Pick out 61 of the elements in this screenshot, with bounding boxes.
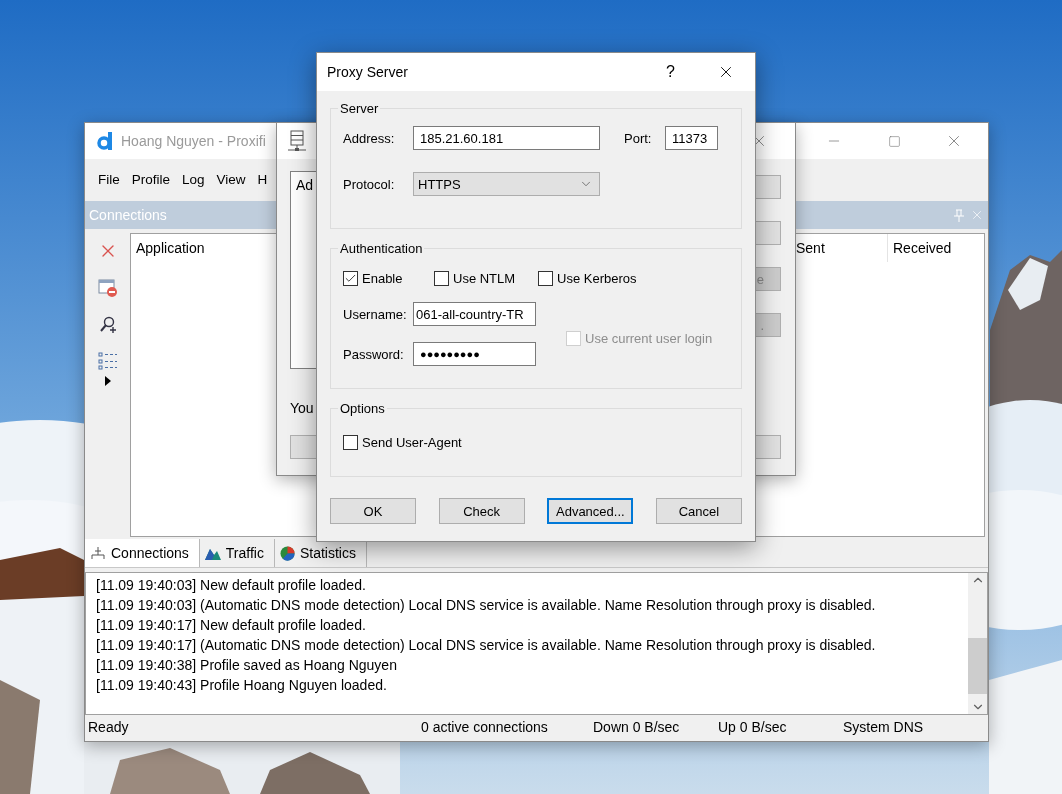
panel-title: Connections xyxy=(89,207,167,223)
checkbox-label[interactable]: Enable xyxy=(362,270,403,286)
tab-label[interactable]: Traffic xyxy=(225,545,264,561)
dialog-button[interactable]: Check xyxy=(438,498,525,524)
checkbox[interactable] xyxy=(538,270,553,286)
port-field[interactable]: 11373 xyxy=(665,126,718,150)
network-icon xyxy=(90,546,106,560)
log-line: [11.09 19:40:03] (Automatic DNS mode detection) Local DNS service is available. Name Resolution through proxy is disabled. xyxy=(96,596,877,615)
menu-item[interactable]: H xyxy=(251,171,274,187)
status-text: 0 active connections xyxy=(421,719,549,735)
dialog-button[interactable]: OK xyxy=(330,498,416,524)
field-label: Protocol: xyxy=(343,176,396,192)
group-title: Options xyxy=(339,401,386,416)
list-icon[interactable] xyxy=(97,352,118,370)
checkbox[interactable] xyxy=(343,270,358,286)
dialog-button[interactable]: Cancel xyxy=(655,498,742,524)
info-text: You xyxy=(290,400,314,416)
app-logo-icon xyxy=(97,132,113,150)
status-text: Ready xyxy=(88,719,130,735)
status-text: Up 0 B/sec xyxy=(718,719,788,735)
password-field[interactable]: ●●●●●●●●● xyxy=(413,342,536,366)
window-title: Proxy Server xyxy=(327,64,408,80)
menu-item[interactable]: Log xyxy=(176,171,211,187)
zoom-in-icon[interactable] xyxy=(98,316,117,334)
pie-chart-icon xyxy=(279,545,295,561)
menu-item[interactable]: Profile xyxy=(125,171,177,187)
tab-label[interactable]: Connections xyxy=(111,545,189,561)
address-field[interactable]: 185.21.60.181 xyxy=(413,126,600,150)
protocol-dropdown[interactable]: HTTPS xyxy=(413,172,600,196)
field-label: Port: xyxy=(624,130,653,146)
checkbox-label[interactable]: Send User-Agent xyxy=(362,434,462,450)
log-line: [11.09 19:40:43] Profile Hoang Nguyen loaded. xyxy=(96,676,388,695)
menu-item[interactable]: View xyxy=(210,171,252,187)
log-line: [11.09 19:40:38] Profile saved as Hoang Nguyen xyxy=(96,656,398,675)
checkbox[interactable] xyxy=(343,434,358,450)
dialog-button[interactable]: Advanced... xyxy=(547,498,634,524)
tab-label[interactable]: Statistics xyxy=(299,545,356,561)
window-remove-icon[interactable] xyxy=(97,279,118,298)
field-label: Address: xyxy=(343,130,396,146)
help-button[interactable]: ? xyxy=(666,63,675,81)
group-title: Server xyxy=(339,101,380,116)
expand-arrow-icon[interactable] xyxy=(104,376,111,386)
username-field[interactable]: 061-all-country-TR xyxy=(413,302,536,326)
checkbox[interactable] xyxy=(434,270,449,286)
tab[interactable]: Connections xyxy=(85,539,200,567)
checkbox-label[interactable]: Use Kerberos xyxy=(557,270,637,286)
menu-item[interactable]: File xyxy=(92,171,126,187)
column-header[interactable]: Received xyxy=(887,234,984,262)
field-label: Username: xyxy=(343,306,408,322)
scrollbar[interactable] xyxy=(968,573,987,714)
log-line: [11.09 19:40:03] New default profile loaded. xyxy=(96,576,367,595)
window-title: Hoang Nguyen - Proxifi xyxy=(121,133,266,149)
status-text: Down 0 B/sec xyxy=(593,719,681,735)
log-line: [11.09 19:40:17] New default profile loaded. xyxy=(96,616,367,635)
checkbox-label[interactable]: Use NTLM xyxy=(453,270,516,286)
group-title: Authentication xyxy=(339,241,424,256)
field-label: Password: xyxy=(343,346,405,362)
column-header[interactable]: Ad xyxy=(296,177,314,193)
status-text: System DNS xyxy=(843,719,925,735)
log-line: [11.09 19:40:17] (Automatic DNS mode detection) Local DNS service is available. Name Resolution through proxy is disabled. xyxy=(96,636,877,655)
server-icon xyxy=(287,130,307,152)
